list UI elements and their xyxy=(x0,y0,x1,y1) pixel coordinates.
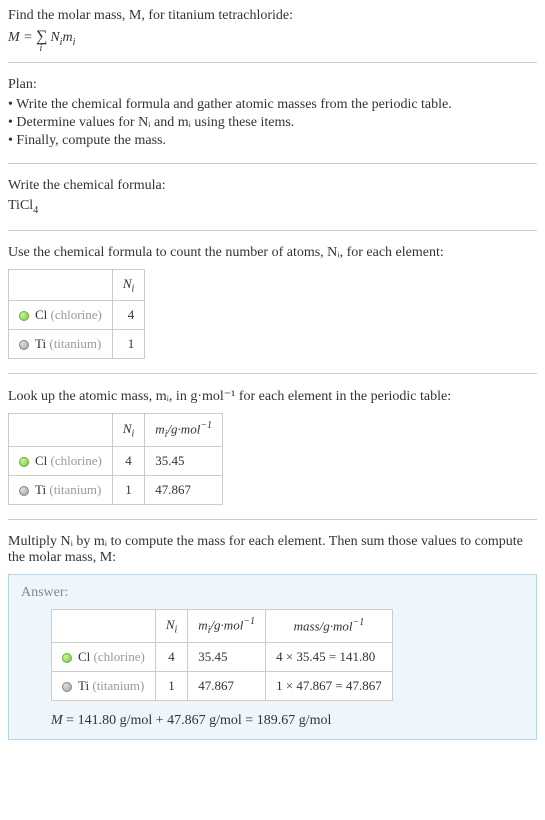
plan-list: • Write the chemical formula and gather … xyxy=(8,97,537,149)
m-value: 35.45 xyxy=(145,447,223,476)
element-symbol: Ti xyxy=(78,678,89,693)
chemical-formula: TiCl4 xyxy=(8,198,537,216)
header-mass: mass/g·mol−1 xyxy=(266,610,393,643)
element-cell-ti: Ti (titanium) xyxy=(9,330,113,359)
element-symbol: Cl xyxy=(35,453,47,468)
n-value: 1 xyxy=(112,330,144,359)
header-empty xyxy=(9,269,113,301)
divider xyxy=(8,163,537,164)
mass-value: 4 × 35.45 = 141.80 xyxy=(266,643,393,672)
intro-text: Find the molar mass, M, for titanium tet… xyxy=(8,8,537,24)
element-cell-ti: Ti (titanium) xyxy=(52,672,156,701)
n-value: 4 xyxy=(112,447,144,476)
mass-value: 1 × 47.867 = 47.867 xyxy=(266,672,393,701)
n-value: 4 xyxy=(155,643,187,672)
element-cell-ti: Ti (titanium) xyxy=(9,476,113,505)
plan-title: Plan: xyxy=(8,77,537,93)
header-empty xyxy=(9,414,113,447)
divider xyxy=(8,373,537,374)
header-n: Ni xyxy=(155,610,187,643)
element-dot-icon xyxy=(19,340,29,350)
compute-mass-section: Multiply Nᵢ by mᵢ to compute the mass fo… xyxy=(8,534,537,740)
element-symbol: Cl xyxy=(78,649,90,664)
step1-title: Write the chemical formula: xyxy=(8,178,537,194)
table-header-row: Ni mi/g·mol−1 xyxy=(9,414,223,447)
divider xyxy=(8,230,537,231)
chemical-formula-section: Write the chemical formula: TiCl4 xyxy=(8,178,537,216)
header-m: mi/g·mol−1 xyxy=(188,610,266,643)
table-row: Cl (chlorine) 4 35.45 4 × 35.45 = 141.80 xyxy=(52,643,393,672)
step2-title: Use the chemical formula to count the nu… xyxy=(8,245,537,261)
element-name: (chlorine) xyxy=(51,453,102,468)
atom-count-table: Ni Cl (chlorine) 4 Ti (titanium) 1 xyxy=(8,269,145,360)
element-symbol: Ti xyxy=(35,336,46,351)
n-value: 1 xyxy=(155,672,187,701)
table-header-row: Ni mi/g·mol−1 mass/g·mol−1 xyxy=(52,610,393,643)
table-row: Ti (titanium) 1 47.867 xyxy=(9,476,223,505)
element-name: (titanium) xyxy=(92,678,144,693)
m-value: 47.867 xyxy=(145,476,223,505)
intro-section: Find the molar mass, M, for titanium tet… xyxy=(8,8,537,48)
element-cell-cl: Cl (chlorine) xyxy=(9,301,113,330)
plan-item: • Finally, compute the mass. xyxy=(8,133,537,149)
plan-section: Plan: • Write the chemical formula and g… xyxy=(8,77,537,149)
element-cell-cl: Cl (chlorine) xyxy=(9,447,113,476)
divider xyxy=(8,62,537,63)
element-cell-cl: Cl (chlorine) xyxy=(52,643,156,672)
element-name: (chlorine) xyxy=(94,649,145,664)
element-name: (titanium) xyxy=(49,482,101,497)
table-row: Cl (chlorine) 4 35.45 xyxy=(9,447,223,476)
answer-result: M = 141.80 g/mol + 47.867 g/mol = 189.67… xyxy=(51,713,524,729)
count-atoms-section: Use the chemical formula to count the nu… xyxy=(8,245,537,360)
n-value: 4 xyxy=(112,301,144,330)
header-n: Ni xyxy=(112,269,144,301)
formula-base: TiCl xyxy=(8,198,33,213)
element-symbol: Ti xyxy=(35,482,46,497)
molar-mass-formula: M = ∑iNimi xyxy=(8,28,537,48)
answer-label: Answer: xyxy=(21,585,524,601)
element-dot-icon xyxy=(19,311,29,321)
m-value: 35.45 xyxy=(188,643,266,672)
header-m: mi/g·mol−1 xyxy=(145,414,223,447)
atomic-mass-table: Ni mi/g·mol−1 Cl (chlorine) 4 35.45 Ti (… xyxy=(8,413,223,505)
table-header-row: Ni xyxy=(9,269,145,301)
plan-item: • Determine values for Nᵢ and mᵢ using t… xyxy=(8,115,537,131)
answer-table: Ni mi/g·mol−1 mass/g·mol−1 Cl (chlorine)… xyxy=(51,609,393,701)
answer-box: Answer: Ni mi/g·mol−1 mass/g·mol−1 Cl (c… xyxy=(8,574,537,740)
table-row: Ti (titanium) 1 47.867 1 × 47.867 = 47.8… xyxy=(52,672,393,701)
step4-title: Multiply Nᵢ by mᵢ to compute the mass fo… xyxy=(8,534,537,566)
element-dot-icon xyxy=(62,653,72,663)
formula-subscript: 4 xyxy=(33,205,38,216)
atomic-mass-section: Look up the atomic mass, mᵢ, in g·mol⁻¹ … xyxy=(8,388,537,505)
element-dot-icon xyxy=(62,682,72,692)
m-value: 47.867 xyxy=(188,672,266,701)
plan-item: • Write the chemical formula and gather … xyxy=(8,97,537,113)
table-row: Ti (titanium) 1 xyxy=(9,330,145,359)
element-symbol: Cl xyxy=(35,307,47,322)
table-row: Cl (chlorine) 4 xyxy=(9,301,145,330)
header-n: Ni xyxy=(112,414,144,447)
element-dot-icon xyxy=(19,486,29,496)
n-value: 1 xyxy=(112,476,144,505)
divider xyxy=(8,519,537,520)
element-name: (titanium) xyxy=(49,336,101,351)
element-dot-icon xyxy=(19,457,29,467)
step3-title: Look up the atomic mass, mᵢ, in g·mol⁻¹ … xyxy=(8,388,537,405)
header-empty xyxy=(52,610,156,643)
element-name: (chlorine) xyxy=(51,307,102,322)
